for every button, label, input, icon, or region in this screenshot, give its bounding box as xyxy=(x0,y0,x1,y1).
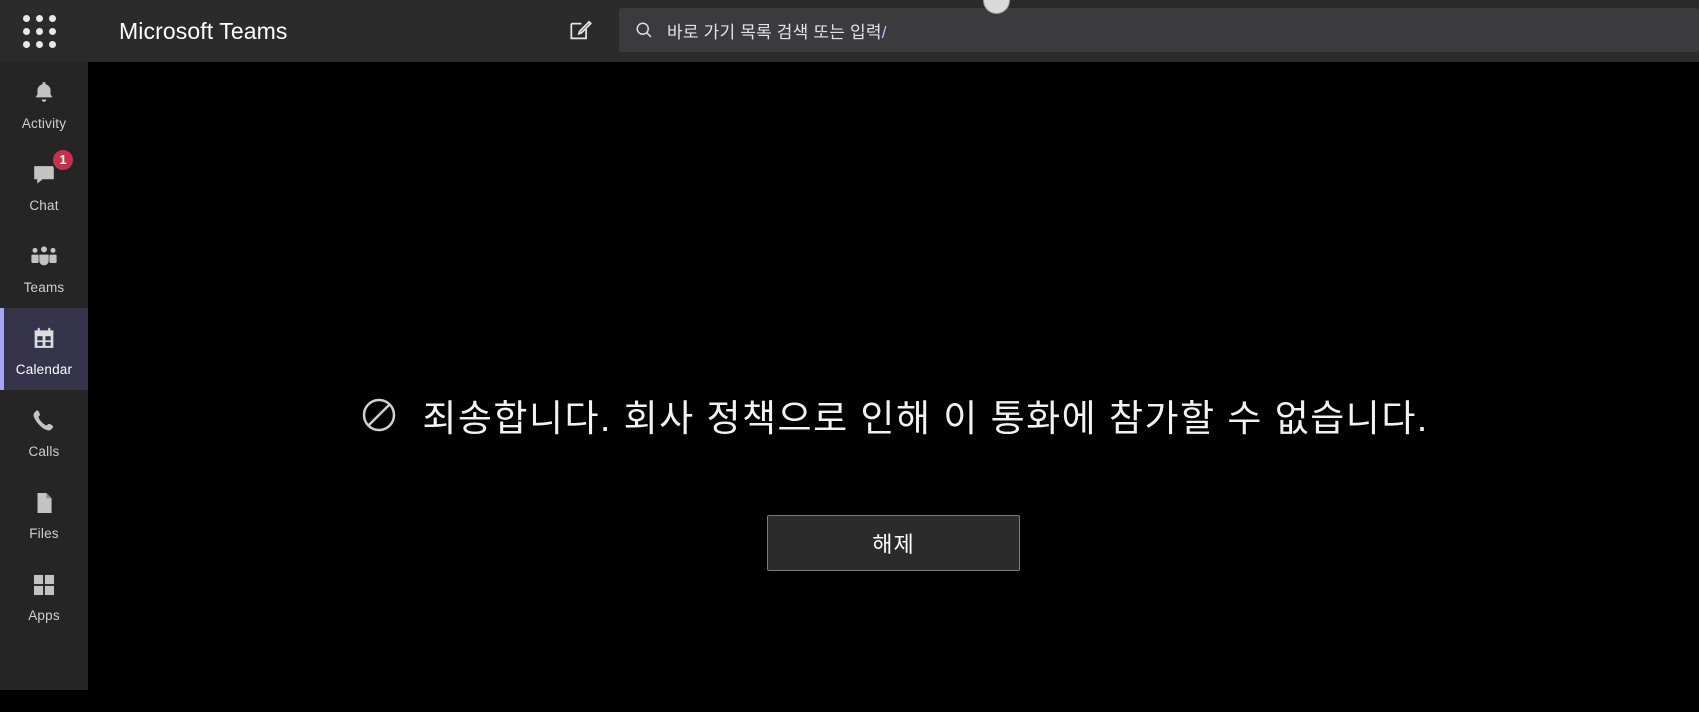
compose-new-icon[interactable] xyxy=(563,14,597,48)
sidebar-item-label: Chat xyxy=(29,197,59,213)
sidebar-item-files[interactable]: Files xyxy=(0,472,88,554)
teams-window: Microsoft Teams 바로 가기 목록 검색 또는 입력/ Activ… xyxy=(0,0,1699,712)
sidebar-item-label: Calls xyxy=(28,443,60,459)
sidebar-item-calls[interactable]: Calls xyxy=(0,390,88,472)
left-navigation-rail: Activity 1 Chat Teams Calendar Calls Fil… xyxy=(0,62,88,712)
bottom-strip xyxy=(0,690,1699,712)
sidebar-item-label: Activity xyxy=(21,115,67,131)
sidebar-item-label: Apps xyxy=(28,607,60,623)
calendar-icon xyxy=(30,322,58,356)
search-placeholder-text: 바로 가기 목록 검색 또는 입력/ xyxy=(667,18,887,43)
chat-unread-badge: 1 xyxy=(51,147,75,172)
sidebar-item-teams[interactable]: Teams xyxy=(0,226,88,308)
grid-apps-icon xyxy=(30,568,58,602)
search-caret: / xyxy=(881,22,887,42)
policy-notice-message: 죄송합니다. 회사 정책으로 인해 이 통화에 참가할 수 없습니다. xyxy=(422,398,1429,439)
dismiss-button[interactable]: 해제 xyxy=(767,515,1020,571)
sidebar-item-apps[interactable]: Apps xyxy=(0,554,88,636)
sidebar-item-activity[interactable]: Activity xyxy=(0,62,88,144)
app-launcher-icon[interactable] xyxy=(18,13,62,51)
file-icon xyxy=(31,486,57,520)
sidebar-item-label: Files xyxy=(29,525,59,541)
main-content-area: 죄송합니다. 회사 정책으로 인해 이 통화에 참가할 수 없습니다. 해제 xyxy=(88,62,1699,712)
sidebar-item-chat[interactable]: 1 Chat xyxy=(0,144,88,226)
dismiss-button-container: 해제 xyxy=(88,515,1699,571)
sidebar-item-label: Calendar xyxy=(15,361,73,377)
search-icon xyxy=(633,19,655,41)
bell-icon xyxy=(30,76,58,110)
page-title: Microsoft Teams xyxy=(119,18,288,44)
sidebar-item-calendar[interactable]: Calendar xyxy=(0,308,88,390)
search-placeholder-label: 바로 가기 목록 검색 또는 입력 xyxy=(667,22,882,42)
search-input[interactable]: 바로 가기 목록 검색 또는 입력/ xyxy=(619,8,1699,52)
chat-bubble-icon: 1 xyxy=(30,147,75,192)
people-icon xyxy=(29,240,59,274)
phone-icon xyxy=(30,404,58,438)
prohibited-icon xyxy=(358,394,400,436)
title-bar: Microsoft Teams 바로 가기 목록 검색 또는 입력/ xyxy=(0,0,1699,62)
policy-notice: 죄송합니다. 회사 정책으로 인해 이 통화에 참가할 수 없습니다. xyxy=(88,388,1699,442)
sidebar-item-label: Teams xyxy=(23,279,65,295)
